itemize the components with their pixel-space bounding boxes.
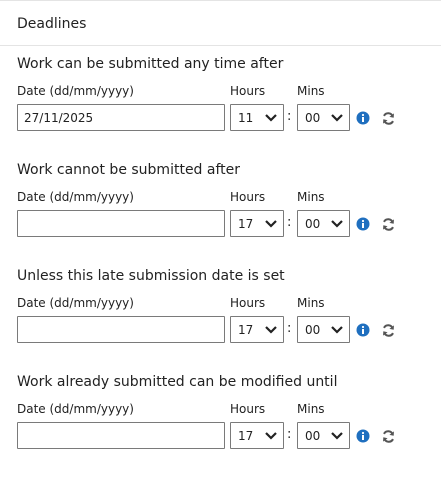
date-input[interactable] [17, 422, 225, 449]
chevron-down-icon [265, 432, 277, 440]
hours-value: 17 [238, 429, 254, 443]
time-separator: : [287, 321, 292, 336]
chevron-down-icon [265, 114, 277, 122]
info-icon[interactable] [356, 111, 370, 125]
group-title: Work can be submitted any time after [17, 56, 284, 72]
info-icon[interactable] [356, 429, 370, 443]
hours-label: Hours [230, 402, 266, 416]
group-title: Work cannot be submitted after [17, 162, 241, 178]
mins-label: Mins [297, 84, 325, 98]
refresh-icon[interactable] [381, 111, 396, 126]
mins-label: Mins [297, 296, 325, 310]
group-title: Work already submitted can be modified u… [17, 374, 338, 390]
section-divider [0, 45, 441, 46]
mins-value: 00 [305, 429, 321, 443]
date-input[interactable] [17, 316, 225, 343]
deadline-group-modify: Work already submitted can be modified u… [0, 374, 441, 474]
mins-label: Mins [297, 190, 325, 204]
refresh-icon[interactable] [381, 217, 396, 232]
top-divider [0, 0, 441, 1]
chevron-down-icon [265, 220, 277, 228]
hours-select[interactable]: 11 [230, 104, 284, 131]
info-icon[interactable] [356, 217, 370, 231]
mins-value: 00 [305, 323, 321, 337]
deadline-group-close: Work cannot be submitted after Date (dd/… [0, 162, 441, 262]
hours-label: Hours [230, 84, 266, 98]
mins-select[interactable]: 00 [297, 316, 350, 343]
mins-select[interactable]: 00 [297, 210, 350, 237]
mins-select[interactable]: 00 [297, 104, 350, 131]
info-icon[interactable] [356, 323, 370, 337]
chevron-down-icon [331, 114, 343, 122]
time-separator: : [287, 215, 292, 230]
chevron-down-icon [331, 326, 343, 334]
chevron-down-icon [331, 432, 343, 440]
hours-select[interactable]: 17 [230, 422, 284, 449]
hours-select[interactable]: 17 [230, 210, 284, 237]
mins-label: Mins [297, 402, 325, 416]
time-separator: : [287, 109, 292, 124]
hours-value: 17 [238, 217, 254, 231]
time-separator: : [287, 427, 292, 442]
group-title: Unless this late submission date is set [17, 268, 285, 284]
mins-value: 00 [305, 111, 321, 125]
refresh-icon[interactable] [381, 429, 396, 444]
hours-select[interactable]: 17 [230, 316, 284, 343]
deadlines-panel: Deadlines Work can be submitted any time… [0, 0, 441, 486]
section-title: Deadlines [17, 16, 87, 32]
date-label: Date (dd/mm/yyyy) [17, 402, 134, 416]
date-input[interactable] [17, 104, 225, 131]
deadline-group-late: Unless this late submission date is set … [0, 268, 441, 368]
hours-value: 17 [238, 323, 254, 337]
chevron-down-icon [331, 220, 343, 228]
deadline-group-open: Work can be submitted any time after Dat… [0, 56, 441, 156]
chevron-down-icon [265, 326, 277, 334]
refresh-icon[interactable] [381, 323, 396, 338]
date-label: Date (dd/mm/yyyy) [17, 84, 134, 98]
hours-value: 11 [238, 111, 254, 125]
mins-value: 00 [305, 217, 321, 231]
mins-select[interactable]: 00 [297, 422, 350, 449]
date-input[interactable] [17, 210, 225, 237]
hours-label: Hours [230, 296, 266, 310]
date-label: Date (dd/mm/yyyy) [17, 296, 134, 310]
date-label: Date (dd/mm/yyyy) [17, 190, 134, 204]
hours-label: Hours [230, 190, 266, 204]
